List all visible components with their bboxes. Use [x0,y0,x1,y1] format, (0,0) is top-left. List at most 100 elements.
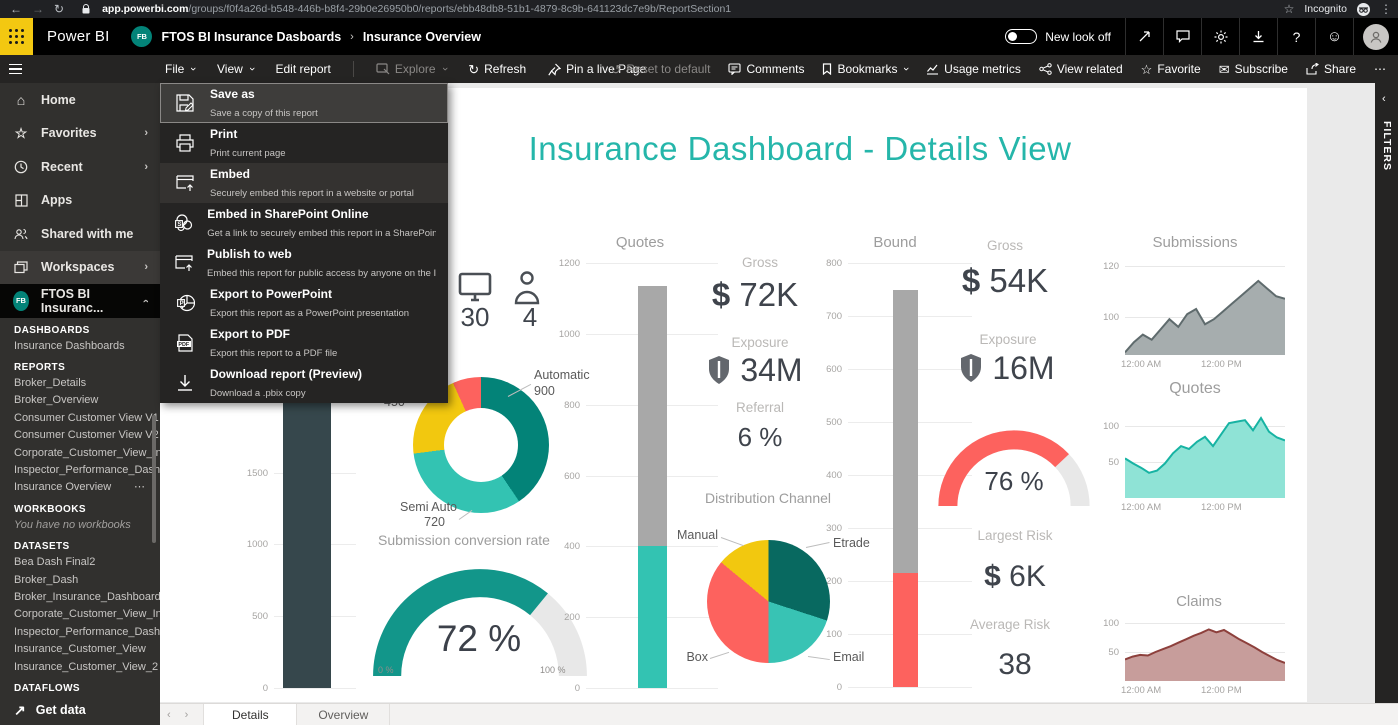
toggle-switch-icon[interactable] [1005,29,1037,44]
chart-title-quotes: Quotes [580,234,700,251]
file-menu-embed[interactable]: EmbedSecurely embed this report in a web… [160,163,448,203]
sidebar-scrollbar[interactable] [152,415,156,543]
help-icon[interactable]: ? [1277,18,1315,55]
browser-back-icon[interactable]: ← [10,2,22,16]
menu-view[interactable]: View› [217,62,253,76]
filters-collapse-icon[interactable]: ‹ [1382,93,1386,105]
browser-menu-icon[interactable]: ⋮ [1380,2,1392,16]
fullscreen-icon[interactable] [1125,18,1163,55]
monitor-icon [456,272,494,304]
browser-forward-icon[interactable]: → [32,2,44,16]
file-menu-download-report[interactable]: Download report (Preview)Download a .pbi… [160,363,448,403]
section-header-datasets: DATASETS [0,534,160,554]
page-prev-icon[interactable]: ‹ [160,704,178,725]
sidebar-item-workspace-ftos[interactable]: FB FTOS BI Insuranc... › [0,284,160,318]
sidebar-dataset-item[interactable]: Inspector_Performance_Dash... [0,624,160,641]
menu-bookmarks[interactable]: Bookmarks› [822,62,908,76]
nav-collapse-icon[interactable] [0,64,30,75]
chevron-right-icon: › [144,161,148,173]
quotes-area-chart[interactable]: 12:00 AM 12:00 PM 10050 [1125,400,1285,498]
sidebar-report-item[interactable]: Consumer Customer View V1 [0,410,160,427]
chart-left-column[interactable]: 150010005000 [274,398,356,688]
menu-more-icon[interactable]: ⋯ [1374,62,1386,76]
sidebar-report-item[interactable]: Inspector_Performance_Dash... [0,462,160,479]
sidebar-dataset-item[interactable]: Insurance_Customer_View_2 [0,659,160,676]
sidebar-dataset-item[interactable]: Insurance_Customer_View [0,641,160,658]
sidebar-report-item[interactable]: Corporate_Customer_View_In... [0,445,160,462]
file-menu-export-powerpoint[interactable]: P Export to PowerPointExport this report… [160,283,448,323]
sidebar-report-item[interactable]: Broker_Overview [0,392,160,409]
menu-refresh[interactable]: ↻Refresh [468,62,526,76]
settings-gear-icon[interactable] [1201,18,1239,55]
menu-edit-report[interactable]: Edit report [275,62,330,76]
sidebar-item-favorites[interactable]: ☆ Favorites› [0,117,160,151]
tab-overview[interactable]: Overview [297,704,390,725]
distribution-pie-chart[interactable] [707,540,830,663]
bar-segment[interactable] [638,286,667,546]
bar-segment[interactable] [638,546,667,688]
sidebar-dataset-item[interactable]: Broker_Dash [0,572,160,589]
user-avatar[interactable] [1363,24,1389,50]
sidebar-item-home[interactable]: ⌂ Home [0,83,160,117]
pie-label-etrade: Etrade [833,536,870,550]
section-header-dataflows: DATAFLOWS [0,676,160,696]
power-bi-app: ← → ↻ app.powerbi.com/groups/f0f4a26d-b5… [0,0,1398,725]
sidebar-dashboard-item[interactable]: Insurance Dashboards [0,338,160,355]
dollar-icon: $ [962,262,980,299]
sidebar-report-item-insurance-overview[interactable]: Insurance Overview ⋯ [0,479,160,496]
file-menu-embed-sharepoint[interactable]: S Embed in SharePoint OnlineGet a link t… [160,203,448,243]
sidebar-dataset-item[interactable]: Corporate_Customer_View_In... [0,606,160,623]
tab-details[interactable]: Details [203,704,297,725]
sidebar-report-item[interactable]: Broker_Details [0,375,160,392]
menu-usage-metrics[interactable]: Usage metrics [926,62,1021,76]
account-cell[interactable] [1353,18,1398,55]
submissions-area-chart[interactable]: 12:00 AM 12:00 PM 120100 [1125,263,1285,355]
pbi-brand[interactable]: Power BI [47,28,109,45]
file-dropdown-menu: Save asSave a copy of this report PrintP… [160,83,448,403]
breadcrumb-page[interactable]: Insurance Overview [363,30,481,44]
menu-share[interactable]: Share [1306,62,1356,76]
new-look-toggle[interactable]: New look off [1005,29,1111,44]
get-data-button[interactable]: ↗ Get data [0,698,174,722]
feedback-smiley-icon[interactable]: ☺ [1315,18,1353,55]
sidebar-report-item[interactable]: Consumer Customer View V2 [0,427,160,444]
lock-icon [82,4,90,14]
waffle-menu-icon[interactable] [0,18,33,55]
claims-area-chart[interactable]: 12:00 AM 12:00 PM 10050 [1125,612,1285,681]
kpi-label: Gross [945,238,1065,253]
sidebar-item-shared[interactable]: Shared with me [0,217,160,251]
download-icon[interactable] [1239,18,1277,55]
item-more-icon[interactable]: ⋯ [134,479,146,496]
file-menu-save-as[interactable]: Save asSave a copy of this report [160,83,448,123]
menu-subscribe[interactable]: ✉Subscribe [1219,62,1288,76]
chevron-down-icon: › [187,67,199,71]
sidebar-item-workspaces[interactable]: Workspaces› [0,251,160,285]
filters-rail: ‹ FILTERS [1375,83,1398,703]
bar-segment[interactable] [893,573,918,687]
menu-view-related[interactable]: View related [1039,62,1123,76]
sidebar-dataset-item[interactable]: Broker_Insurance_Dashboard [0,589,160,606]
bar-segment[interactable] [283,401,331,688]
address-bar[interactable]: app.powerbi.com/groups/f0f4a26d-b548-446… [102,3,731,15]
feedback-chat-icon[interactable] [1163,18,1201,55]
page-next-icon[interactable]: › [178,704,196,725]
file-menu-publish-web[interactable]: Publish to webEmbed this report for publ… [160,243,448,283]
chevron-right-icon: › [144,261,148,273]
quotes-column-chart[interactable]: 120010008006004002000 [586,263,718,688]
menu-comments[interactable]: Comments [728,62,804,76]
breadcrumb-workspace[interactable]: FTOS BI Insurance Dasboards [161,30,341,44]
menu-file[interactable]: File› [165,62,195,76]
kpi-label: Average Risk [945,617,1075,632]
sidebar-dataset-item[interactable]: Bea Dash Final2 [0,554,160,571]
sidebar-item-recent[interactable]: Recent› [0,150,160,184]
filters-label[interactable]: FILTERS [1381,121,1393,171]
download-pbix-icon [172,374,198,392]
file-menu-export-pdf[interactable]: PDF Export to PDFExport this report to a… [160,323,448,363]
bar-segment[interactable] [893,290,918,574]
pbi-top-bar: Power BI FB FTOS BI Insurance Dasboards … [0,18,1398,55]
bookmark-star-icon[interactable]: ☆ [1284,2,1295,16]
menu-favorite[interactable]: ☆Favorite [1141,62,1201,76]
sidebar-item-apps[interactable]: Apps [0,184,160,218]
file-menu-print[interactable]: PrintPrint current page [160,123,448,163]
browser-reload-icon[interactable]: ↻ [54,2,64,16]
